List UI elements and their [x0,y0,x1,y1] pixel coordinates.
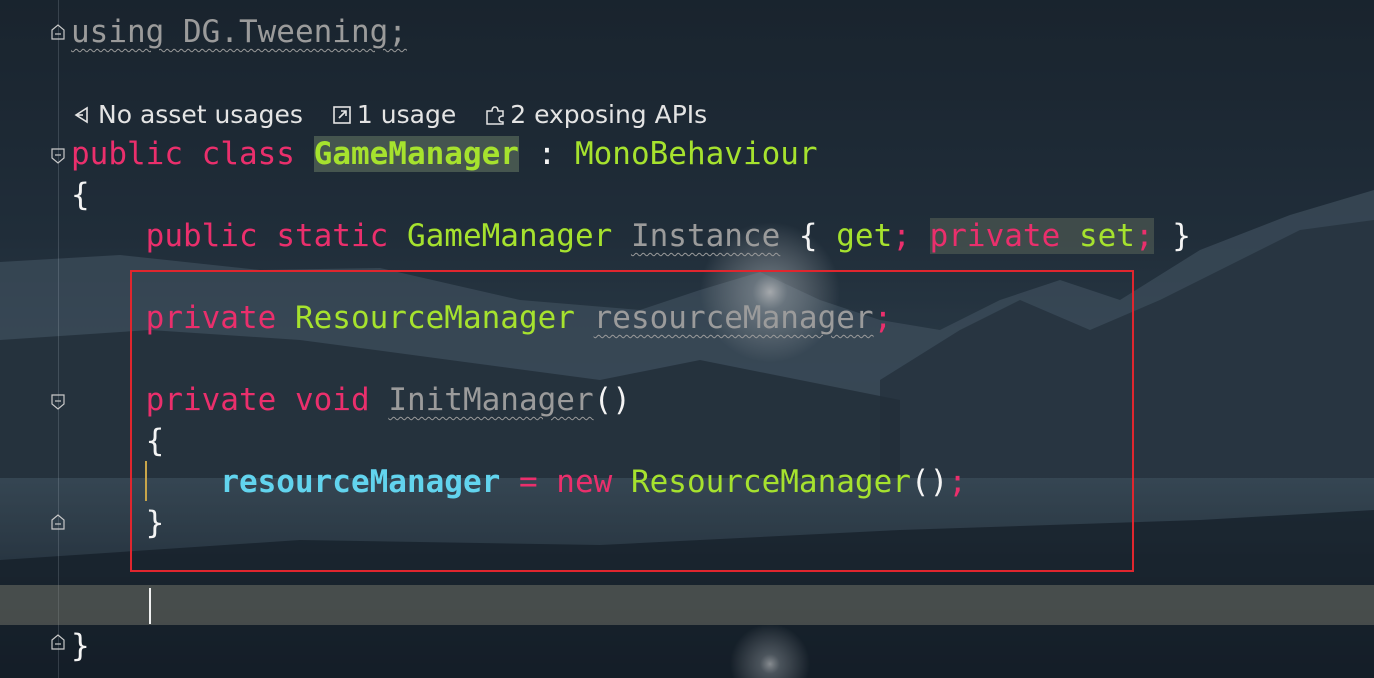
keyword-void: void [294,382,370,418]
fold-marker-method-end[interactable] [50,514,66,530]
code-line-instance-prop[interactable]: public static GameManager Instance { get… [71,216,1191,256]
asset-usages-label: No asset usages [98,100,303,129]
semicolon: ; [892,218,911,254]
method-close-brace: } [145,505,165,541]
code-line-method-decl[interactable]: private void InitManager() [71,380,631,420]
base-class[interactable]: MonoBehaviour [575,136,818,172]
keyword-new: new [556,464,613,500]
code-line-assignment[interactable]: resourceManager = new ResourceManager(); [71,462,967,502]
fold-marker-class-end[interactable] [50,634,66,650]
unity-icon [74,106,88,123]
field-type[interactable]: ResourceManager [295,300,575,336]
assign-parens: () [910,464,949,500]
prop-close: } [1153,218,1191,254]
semicolon: ; [873,300,893,336]
code-line-class-decl[interactable]: public class GameManager : MonoBehaviour [71,134,818,174]
gutter-guide-line [58,0,59,678]
method-open-brace: { [145,423,165,459]
method-name[interactable]: InitManager [388,382,593,418]
assign-target[interactable]: resourceManager [220,464,500,500]
assign-operator: = [500,464,557,500]
keyword-private: private [929,218,1061,254]
keyword-class: class [201,136,295,172]
code-line-class-close[interactable]: } [71,626,90,666]
current-line-highlight [0,585,1374,625]
code-line-using[interactable]: using DG.Tweening; [71,12,407,52]
puzzle-icon [486,105,504,125]
code-vision-hints: No asset usages 1 usage 2 exposing APIs [72,100,707,129]
colon: : [518,136,575,172]
code-line-method-close[interactable]: } [71,503,165,543]
class-name[interactable]: GameManager [313,136,519,172]
semicolon: ; [948,464,967,500]
fold-marker-using[interactable] [50,24,66,40]
asset-usages-hint[interactable]: No asset usages [72,100,303,129]
keyword-public: public [145,218,258,254]
semicolon: ; [1134,218,1154,254]
usages-hint[interactable]: 1 usage [331,100,456,129]
usages-label: 1 usage [356,100,457,129]
prop-open: { [780,218,837,254]
exposing-apis-hint[interactable]: 2 exposing APIs [484,100,707,129]
code-line-open-brace[interactable]: { [71,175,90,215]
code-line-field[interactable]: private ResourceManager resourceManager; [71,298,893,338]
prop-type[interactable]: GameManager [407,218,612,254]
text-caret [149,588,151,624]
exposing-apis-label: 2 exposing APIs [510,100,708,129]
keyword-static: static [276,218,389,254]
assign-type[interactable]: ResourceManager [631,464,911,500]
fold-marker-method[interactable] [50,394,66,410]
keyword-set: set [1078,218,1135,254]
keyword-private: private [145,382,277,418]
prop-name[interactable]: Instance [631,218,780,254]
fold-marker-class[interactable] [50,148,66,164]
field-name[interactable]: resourceManager [594,300,874,336]
keyword-private: private [145,300,277,336]
method-parens: () [593,382,631,418]
keyword-public: public [71,136,183,172]
code-line-method-open[interactable]: { [71,421,165,461]
external-link-icon [333,105,351,124]
keyword-get: get [836,218,893,254]
